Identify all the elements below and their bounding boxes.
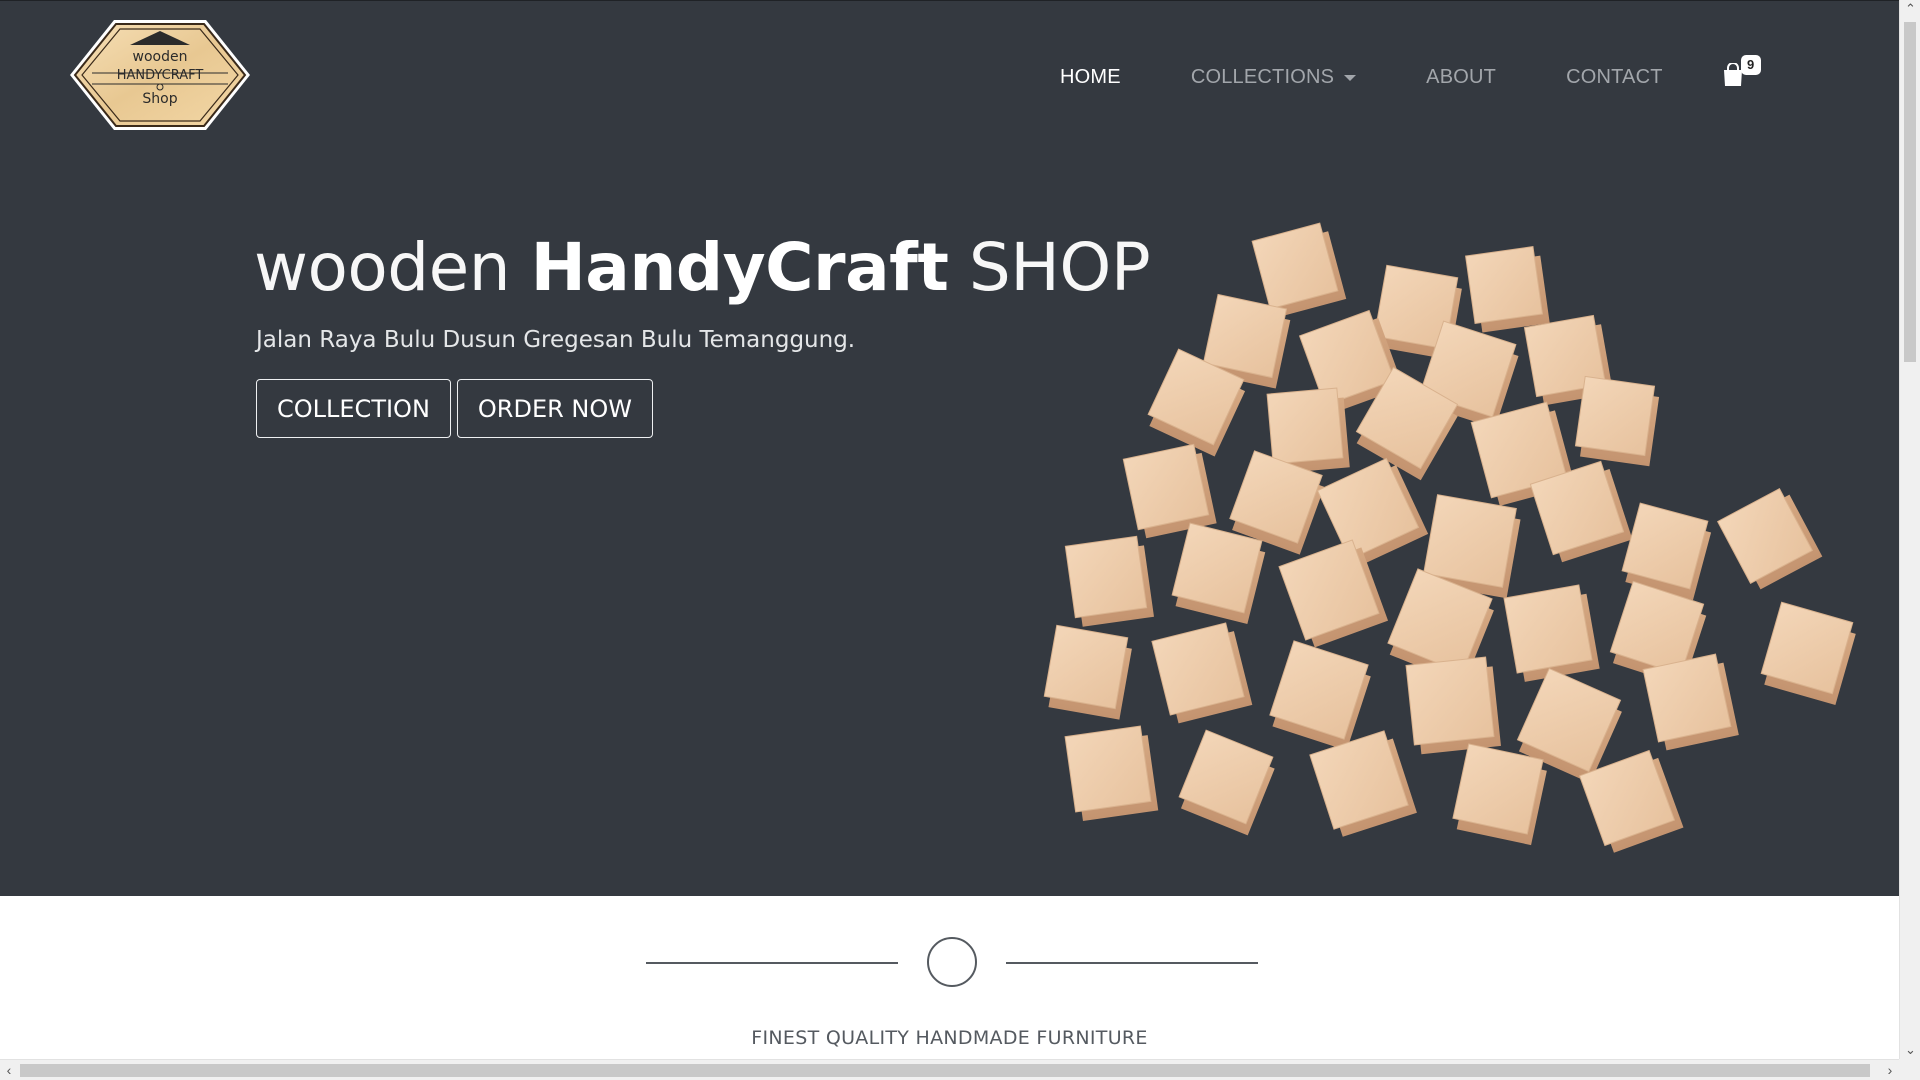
- hero-title-part2: HandyCraft: [530, 229, 949, 306]
- nav-about[interactable]: ABOUT: [1426, 66, 1496, 89]
- wooden-block: [1151, 622, 1253, 724]
- hero-title-part1: wooden: [254, 229, 531, 306]
- divider-line-right: [1006, 962, 1258, 964]
- scrollbar-corner: [1899, 1059, 1920, 1080]
- main-nav: HOME COLLECTIONS ABOUT CONTACT 9: [1060, 55, 1763, 91]
- wooden-blocks-image: [1043, 222, 1856, 853]
- wooden-block: [1064, 725, 1159, 821]
- logo-text-top: wooden: [133, 49, 188, 65]
- circle-ring-icon: [927, 937, 977, 987]
- wooden-block: [1465, 246, 1550, 333]
- wooden-block: [1309, 730, 1417, 837]
- vertical-scroll-thumb[interactable]: [1904, 22, 1916, 362]
- order-now-button[interactable]: ORDER NOW: [456, 379, 653, 438]
- wooden-block: [1452, 743, 1547, 846]
- nav-contact-label: CONTACT: [1566, 65, 1663, 88]
- cart-button[interactable]: 9: [1723, 55, 1763, 91]
- logo-badge: wooden HANDYCRAFT Shop: [70, 20, 250, 130]
- wooden-block: [1178, 729, 1275, 836]
- wooden-block: [1503, 584, 1600, 682]
- hero-buttons: COLLECTION ORDER NOW: [256, 379, 653, 438]
- logo-text-bottom: Shop: [142, 91, 177, 107]
- logo-text-middle: HANDYCRAFT: [117, 68, 204, 83]
- vertical-scrollbar[interactable]: ⌃ ⌄: [1899, 0, 1920, 1059]
- wooden-block: [1574, 375, 1660, 467]
- shopping-bag-icon: [1723, 63, 1742, 86]
- divider-line-left: [646, 962, 898, 964]
- caret-down-icon: [1344, 75, 1357, 81]
- scroll-right-arrow-icon[interactable]: ›: [1881, 1060, 1899, 1080]
- wooden-block: [1716, 487, 1823, 590]
- wooden-block: [1405, 656, 1501, 755]
- site-logo[interactable]: wooden HANDYCRAFT Shop: [68, 17, 252, 133]
- scroll-left-arrow-icon[interactable]: ‹: [0, 1060, 18, 1080]
- nav-collections-dropdown[interactable]: COLLECTIONS: [1190, 65, 1357, 89]
- wooden-block: [1251, 222, 1347, 317]
- wooden-block: [1122, 443, 1217, 539]
- wooden-block: [1642, 653, 1739, 751]
- wooden-block: [1064, 535, 1154, 627]
- nav-about-label: ABOUT: [1426, 65, 1497, 88]
- section-tagline: FINEST QUALITY HANDMADE FURNITURE: [751, 1027, 1148, 1049]
- wooden-block: [1269, 640, 1371, 751]
- wooden-block: [1171, 522, 1266, 625]
- horizontal-scrollbar[interactable]: ‹ ›: [0, 1059, 1899, 1080]
- nav-home-label: HOME: [1060, 65, 1121, 88]
- scroll-up-arrow-icon[interactable]: ⌃: [1900, 0, 1920, 18]
- scroll-down-arrow-icon[interactable]: ⌄: [1900, 1041, 1920, 1059]
- nav-contact[interactable]: CONTACT: [1566, 66, 1663, 89]
- hero-address: Jalan Raya Bulu Dusun Gregesan Bulu Tema…: [256, 327, 856, 353]
- wooden-block: [1043, 624, 1132, 720]
- collection-button[interactable]: COLLECTION: [256, 379, 451, 438]
- cart-count-badge: 9: [1740, 55, 1761, 75]
- section-divider: [0, 937, 1899, 989]
- nav-home[interactable]: HOME: [1060, 66, 1121, 89]
- nav-collections-label: COLLECTIONS: [1190, 65, 1335, 88]
- hero-section: wooden HANDYCRAFT Shop HOME COLLECTIONS …: [0, 0, 1899, 896]
- page: wooden HANDYCRAFT Shop HOME COLLECTIONS …: [0, 0, 1899, 1059]
- wooden-block: [1760, 601, 1856, 706]
- horizontal-scroll-thumb[interactable]: [20, 1064, 1870, 1077]
